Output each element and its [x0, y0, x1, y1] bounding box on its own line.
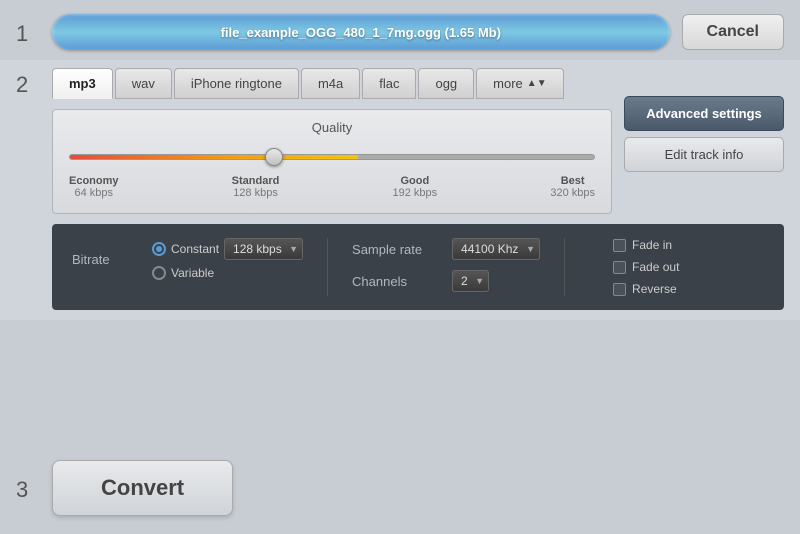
variable-radio[interactable]: Variable: [152, 266, 303, 280]
divider2: [564, 238, 565, 296]
tab-ogg[interactable]: ogg: [418, 68, 474, 99]
reverse-checkbox[interactable]: Reverse: [613, 282, 679, 296]
fade-in-checkbox[interactable]: Fade in: [613, 238, 679, 252]
fade-out-label: Fade out: [632, 260, 679, 274]
quality-slider-thumb[interactable]: [265, 148, 283, 166]
fade-in-label: Fade in: [632, 238, 672, 252]
more-label: more: [493, 76, 523, 91]
advanced-panel: Bitrate Constant 128 kbps 64 kbps 192 kb…: [52, 224, 784, 310]
step2-number: 2: [16, 68, 52, 98]
fade-out-checkbox-box: [613, 261, 626, 274]
quality-economy: Economy 64 kbps: [69, 175, 119, 199]
advanced-settings-button[interactable]: Advanced settings: [624, 96, 784, 131]
samplerate-section: Sample rate 44100 Khz 22050 Khz 48000 Kh…: [352, 238, 540, 292]
empty-area: [0, 320, 800, 442]
tab-mp3[interactable]: mp3: [52, 68, 113, 99]
reverse-label: Reverse: [632, 282, 677, 296]
effects-section: Fade in Fade out Reverse: [613, 238, 679, 296]
quality-slider-track: [69, 154, 595, 160]
bitrate-radio-group: Constant 128 kbps 64 kbps 192 kbps 320 k…: [152, 238, 303, 280]
fade-out-checkbox[interactable]: Fade out: [613, 260, 679, 274]
quality-label: Quality: [69, 120, 595, 135]
tab-more[interactable]: more ▲▼: [476, 68, 563, 99]
quality-good: Good 192 kbps: [393, 175, 438, 199]
chevron-down-icon: ▲▼: [527, 78, 547, 89]
cancel-button[interactable]: Cancel: [682, 14, 784, 50]
tab-wav[interactable]: wav: [115, 68, 172, 99]
quality-best: Best 320 kbps: [550, 175, 595, 199]
channels-label: Channels: [352, 274, 442, 289]
fade-in-checkbox-box: [613, 239, 626, 252]
step1-number: 1: [16, 17, 52, 47]
format-tabs: mp3 wav iPhone ringtone m4a flac ogg mor…: [52, 68, 612, 99]
quality-standard: Standard 128 kbps: [232, 175, 280, 199]
channels-select[interactable]: 2 1: [452, 270, 489, 292]
bitrate-select[interactable]: 128 kbps 64 kbps 192 kbps 320 kbps: [224, 238, 303, 260]
tab-iphone-ringtone[interactable]: iPhone ringtone: [174, 68, 299, 99]
edit-track-button[interactable]: Edit track info: [624, 137, 784, 172]
quality-box: Quality Economy 64 kbps Standard 128 kbp…: [52, 109, 612, 214]
divider1: [327, 238, 328, 296]
variable-radio-dot: [152, 266, 166, 280]
sample-rate-select[interactable]: 44100 Khz 22050 Khz 48000 Khz: [452, 238, 540, 260]
bitrate-section: Bitrate Constant 128 kbps 64 kbps 192 kb…: [72, 238, 303, 280]
quality-slider-container: [69, 145, 595, 169]
tab-m4a[interactable]: m4a: [301, 68, 360, 99]
reverse-checkbox-box: [613, 283, 626, 296]
quality-markers: Economy 64 kbps Standard 128 kbps Good 1…: [69, 175, 595, 199]
constant-label: Constant: [171, 242, 219, 256]
step3-number: 3: [16, 473, 52, 503]
variable-label: Variable: [171, 266, 214, 280]
file-bar: file_example_OGG_480_1_7mg.ogg (1.65 Mb): [52, 14, 670, 50]
bitrate-label: Bitrate: [72, 252, 142, 267]
convert-button[interactable]: Convert: [52, 460, 233, 516]
constant-radio-dot: [152, 242, 166, 256]
tab-flac[interactable]: flac: [362, 68, 416, 99]
sample-rate-label: Sample rate: [352, 242, 442, 257]
constant-radio[interactable]: Constant 128 kbps 64 kbps 192 kbps 320 k…: [152, 238, 303, 260]
